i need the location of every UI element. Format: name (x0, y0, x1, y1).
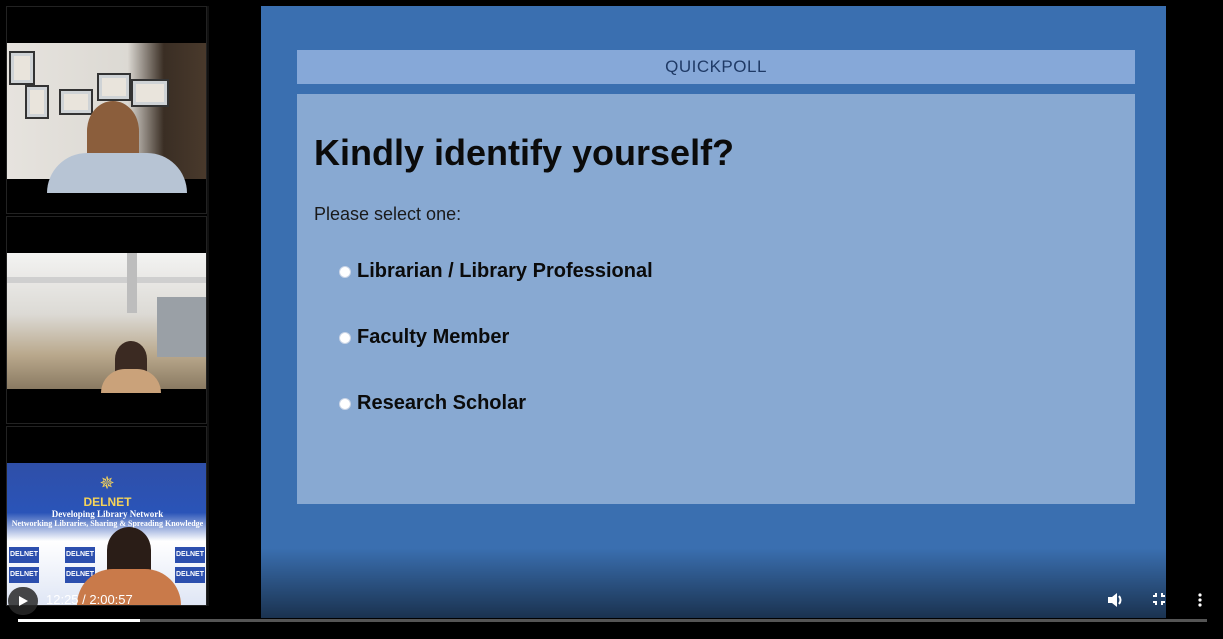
time-display: 12:25 / 2:00:57 (46, 592, 133, 607)
quickpoll-header: QUICKPOLL (297, 50, 1135, 84)
radio-button[interactable] (339, 397, 351, 410)
wall-frame (25, 85, 49, 119)
more-options-icon (1198, 593, 1202, 607)
progress-bar[interactable] (18, 619, 1207, 622)
poll-question: Kindly identify yourself? (314, 132, 735, 173)
wall-frame (97, 73, 131, 101)
delnet-subtitle: Developing Library Network (51, 509, 164, 519)
quickpoll-panel: Kindly identify yourself? Please select … (297, 94, 1135, 504)
poll-option-faculty[interactable]: Faculty Member (339, 326, 509, 349)
participant-head (87, 101, 139, 161)
wall-frame (131, 79, 169, 107)
more-options-button[interactable] (1197, 592, 1203, 611)
poll-option-research-scholar[interactable]: Research Scholar (339, 392, 526, 415)
ceiling-beam (7, 277, 206, 283)
participant-body (101, 369, 161, 393)
participant-body (47, 153, 187, 193)
staircase (157, 297, 206, 357)
delnet-badge: DELNET (9, 547, 39, 563)
participant-head (107, 527, 151, 573)
participant-tile-2[interactable] (6, 216, 207, 424)
delnet-tagline: Networking Libraries, Sharing & Spreadin… (11, 519, 204, 528)
exit-fullscreen-icon (1153, 593, 1165, 605)
poll-option-label: Librarian / Library Professional (357, 260, 653, 282)
video-controls (0, 580, 1223, 639)
volume-button[interactable] (1107, 592, 1125, 611)
radio-button[interactable] (339, 331, 351, 344)
participant-tile-3[interactable]: ✵ DELNET Developing Library Network Netw… (6, 426, 207, 606)
column-divider (207, 6, 209, 606)
poll-instruction: Please select one: (314, 204, 462, 224)
pillar (127, 253, 137, 313)
play-button[interactable] (8, 587, 38, 615)
poll-option-label: Research Scholar (357, 392, 526, 414)
participant-tile-1[interactable] (6, 6, 207, 214)
presentation-slide: QUICKPOLL Kindly identify yourself? Plea… (261, 6, 1166, 618)
participant-video-1 (7, 43, 206, 193)
volume-icon (1108, 593, 1122, 607)
wall-frame (9, 51, 35, 85)
delnet-badge: DELNET (65, 547, 95, 563)
poll-option-label: Faculty Member (357, 326, 510, 348)
poll-option-librarian[interactable]: Librarian / Library Professional (339, 260, 653, 283)
delnet-logo-icon: ✵ (99, 473, 115, 493)
participant-video-2 (7, 253, 206, 393)
radio-button[interactable] (339, 265, 351, 278)
play-icon (19, 596, 28, 606)
right-letterbox (1166, 0, 1223, 639)
wall-frame (59, 89, 93, 115)
delnet-badge: DELNET (175, 547, 205, 563)
delnet-logo-text: DELNET (83, 495, 132, 509)
exit-fullscreen-button[interactable] (1152, 592, 1166, 609)
progress-bar-fill (18, 619, 141, 622)
